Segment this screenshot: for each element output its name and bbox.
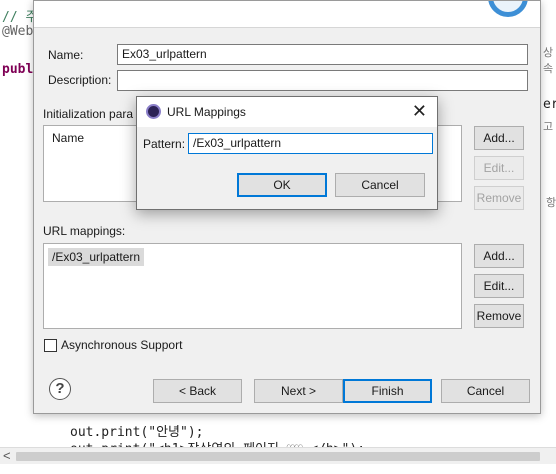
pattern-input[interactable]: /Ex03_urlpattern: [188, 133, 433, 154]
dialog-cancel-button[interactable]: Cancel: [335, 173, 425, 197]
ok-button[interactable]: OK: [237, 173, 327, 197]
url-mappings-label: URL mappings:: [43, 224, 126, 238]
url-mappings-dialog: URL Mappings ✕ Pattern: /Ex03_urlpattern…: [136, 96, 438, 210]
editor-line-print2: out.print("<h1>장상연의 페이지 ♡♡ </h>");: [70, 438, 365, 447]
init-edit-button[interactable]: Edit...: [474, 156, 524, 180]
next-button[interactable]: Next >: [254, 379, 343, 403]
editor-line-keyword: publ: [2, 62, 34, 77]
back-button[interactable]: < Back: [153, 379, 242, 403]
async-support-checkbox[interactable]: [44, 339, 57, 352]
editor-right-fragment: er: [543, 97, 556, 112]
finish-button[interactable]: Finish: [343, 379, 432, 403]
url-edit-button[interactable]: Edit...: [474, 274, 524, 298]
editor-right-fragment: 고: [543, 121, 554, 133]
url-dialog-title: URL Mappings: [167, 105, 246, 119]
description-field[interactable]: [117, 70, 528, 91]
editor-right-fragment: 상속: [543, 47, 554, 75]
cancel-button[interactable]: Cancel: [441, 379, 530, 403]
url-add-button[interactable]: Add...: [474, 244, 524, 268]
init-add-button[interactable]: Add...: [474, 126, 524, 150]
init-params-name-header[interactable]: Name: [52, 131, 84, 145]
scrollbar-thumb[interactable]: [16, 452, 540, 461]
wizard-banner-icon: [488, 1, 528, 17]
editor-line-annotation: @Web: [2, 24, 34, 39]
editor-right-fragment: 항: [546, 197, 556, 209]
name-field[interactable]: Ex03_urlpattern: [117, 44, 528, 65]
init-params-label: Initialization para: [43, 107, 134, 121]
eclipse-app-icon: [146, 104, 161, 119]
list-item[interactable]: /Ex03_urlpattern: [48, 248, 145, 266]
url-remove-button[interactable]: Remove: [474, 304, 524, 328]
url-mappings-list[interactable]: /Ex03_urlpattern: [43, 243, 462, 329]
init-remove-button[interactable]: Remove: [474, 186, 524, 210]
url-dialog-titlebar: URL Mappings ✕: [137, 97, 437, 127]
name-label: Name:: [48, 48, 84, 62]
wizard-header: [34, 1, 540, 28]
async-support-label[interactable]: Asynchronous Support: [61, 338, 182, 352]
close-icon[interactable]: ✕: [412, 101, 427, 121]
scroll-left-arrow-icon[interactable]: <: [3, 448, 11, 464]
pattern-label: Pattern:: [143, 137, 186, 151]
description-label: Description:: [48, 73, 112, 87]
help-icon[interactable]: ?: [49, 378, 71, 400]
horizontal-scrollbar[interactable]: <: [0, 447, 556, 464]
